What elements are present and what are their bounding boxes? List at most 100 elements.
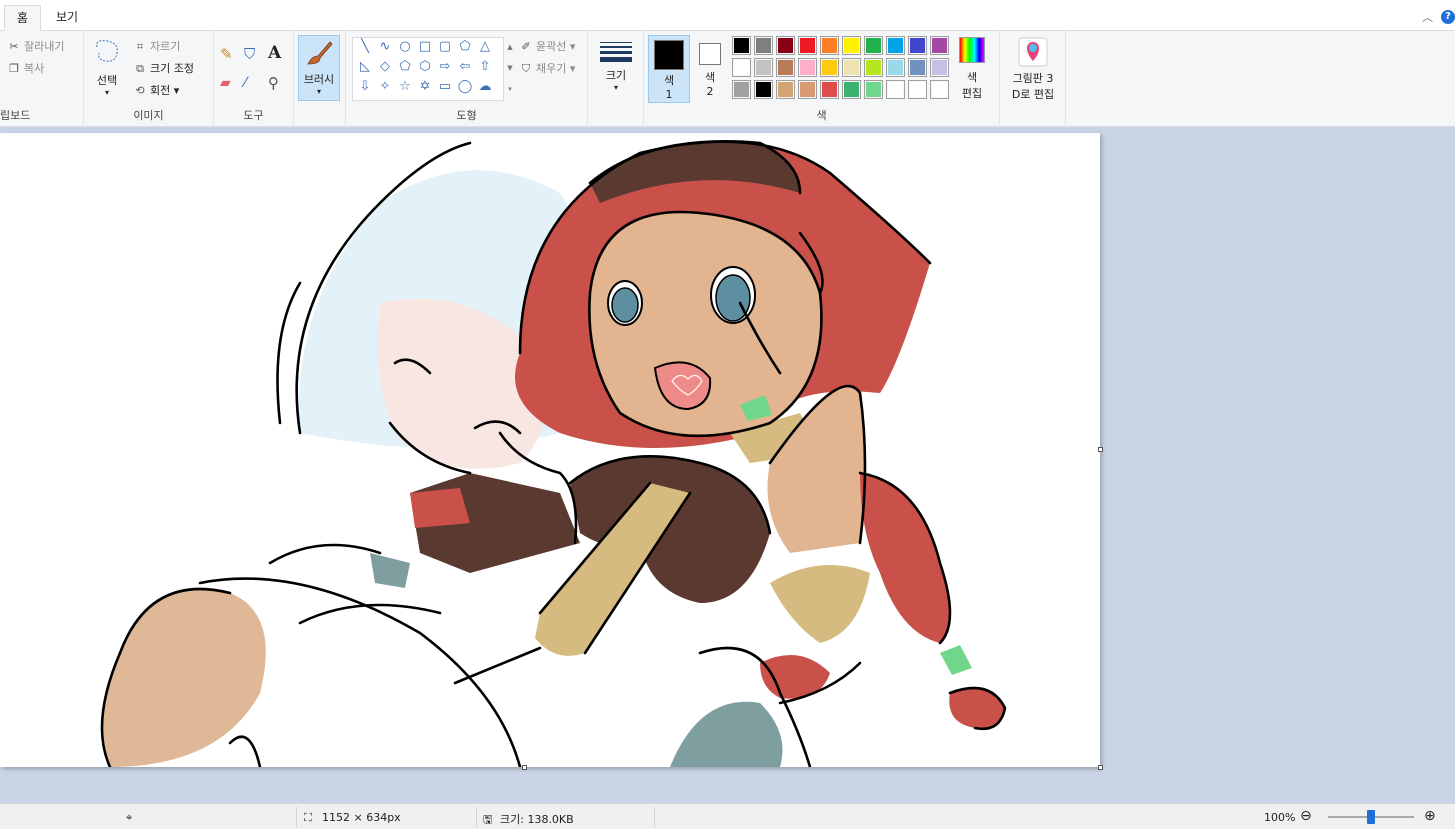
color2-button[interactable]: 색 2 [694,35,726,103]
brush-icon [307,41,333,65]
color-swatch[interactable] [732,80,751,99]
color-swatch[interactable] [820,36,839,55]
shapes-gallery-scroll[interactable]: ▲ ▼ ▾ [505,37,515,101]
canvas-workspace [0,127,1455,803]
resize-button[interactable]: ⧉ 크기 조정 [132,60,194,76]
color-swatch[interactable] [754,80,773,99]
canvas-resize-handle-right[interactable] [1098,447,1103,452]
color-swatch[interactable] [886,80,905,99]
shape-item[interactable]: ⬡ [415,59,435,79]
shape-item[interactable]: ✡ [415,79,435,99]
color-swatch[interactable] [798,36,817,55]
magnifier-icon[interactable]: ⚲ [268,74,279,92]
color-swatch[interactable] [776,36,795,55]
help-icon[interactable]: ? [1441,10,1455,24]
drawing-canvas[interactable] [0,133,1100,767]
color-swatch[interactable] [908,80,927,99]
color1-swatch [654,40,684,70]
shape-item[interactable]: ◇ [375,59,395,79]
color-swatch[interactable] [886,36,905,55]
color-swatch[interactable] [930,58,949,77]
shape-item[interactable]: ☁ [475,79,495,99]
color1-button[interactable]: 색 1 [648,35,690,103]
text-icon[interactable]: A [268,43,281,63]
zoom-level: 100% [1264,811,1296,824]
cut-button[interactable]: ✂ 잘라내기 [6,38,64,54]
pencil-icon[interactable]: ✎ [220,45,233,63]
color-swatch[interactable] [908,36,927,55]
edit-colors-button[interactable]: 색 편집 [952,37,992,101]
outline-brush-icon: ✐ [521,40,531,53]
color-picker-icon[interactable]: ⁄ [244,75,246,91]
color-swatch[interactable] [842,36,861,55]
shape-item[interactable]: ⇩ [355,79,375,99]
shape-item[interactable]: ▭ [435,79,455,99]
color-swatch[interactable] [930,36,949,55]
shape-item[interactable]: ✧ [375,79,395,99]
color-swatch[interactable] [930,80,949,99]
shape-item[interactable]: ○ [395,39,415,59]
color-swatch[interactable] [754,36,773,55]
edit-with-paint3d-button[interactable]: 그림판 3 D로 편집 [1004,37,1062,102]
status-divider [654,807,655,827]
color-swatch[interactable] [842,58,861,77]
line-size-icon [596,37,636,67]
shapes-gallery[interactable]: ╲ ∿ ○ □ ▢ ⬠ △ ◺ ◇ ⬠ ⬡ ⇨ ⇦ ⇧ ⇩ ✧ ☆ ✡ ▭ ◯ ☁ [352,37,504,101]
color-swatch[interactable] [886,58,905,77]
size-button[interactable]: 크기 ▾ [596,37,636,92]
color-swatch[interactable] [864,58,883,77]
shape-item[interactable]: ⇨ [435,59,455,79]
clipboard-group-label: 립보드 [0,109,31,122]
tab-view[interactable]: 보기 [44,5,90,31]
rainbow-icon [959,37,985,63]
shape-item[interactable]: ☆ [395,79,415,99]
paint3d-icon [1018,37,1048,67]
color-swatch[interactable] [776,58,795,77]
color-swatch[interactable] [864,36,883,55]
brush-button[interactable]: 브러시 ▾ [298,35,340,101]
shape-item[interactable]: ╲ [355,39,375,59]
shape-item[interactable]: ⬠ [455,39,475,59]
copy-button[interactable]: ❐ 복사 [6,60,44,76]
shapes-group: ╲ ∿ ○ □ ▢ ⬠ △ ◺ ◇ ⬠ ⬡ ⇨ ⇦ ⇧ ⇩ ✧ ☆ ✡ ▭ ◯ ☁ ▲ ▼ ▾ ✐ 윤곽선 ▾ ⛉ 채우기 ▾ … [346,31,588,127]
shape-item[interactable]: ◺ [355,59,375,79]
collapse-ribbon-icon[interactable]: ︿ [1422,9,1433,25]
shape-item[interactable]: ▢ [435,39,455,59]
zoom-in-button[interactable]: ⊕ [1424,808,1436,824]
color-swatch[interactable] [820,58,839,77]
crop-button[interactable]: ⌗ 자르기 [132,38,180,54]
zoom-out-button[interactable]: ⊖ [1300,808,1312,824]
canvas-resize-handle-bottom[interactable] [522,765,527,770]
shape-item[interactable]: ∿ [375,39,395,59]
shape-item[interactable]: □ [415,39,435,59]
select-lasso-icon [96,40,118,62]
color-swatch[interactable] [798,58,817,77]
outline-button[interactable]: ✐ 윤곽선 ▾ [518,38,575,54]
color-swatch[interactable] [732,36,751,55]
color-swatch[interactable] [842,80,861,99]
shape-item[interactable]: △ [475,39,495,59]
eraser-icon[interactable]: ▰ [220,75,231,91]
color2-swatch [699,43,721,65]
chevron-down-icon: ▾ [316,87,321,96]
color-swatch[interactable] [776,80,795,99]
color-swatch[interactable] [798,80,817,99]
canvas-resize-handle-corner[interactable] [1098,765,1103,770]
select-button[interactable]: 선택 ▾ [90,37,124,97]
color-swatch[interactable] [820,80,839,99]
tab-home[interactable]: 홈 [4,5,42,31]
zoom-slider-thumb[interactable] [1367,810,1375,824]
color-swatch[interactable] [754,58,773,77]
color-swatch[interactable] [732,58,751,77]
shape-item[interactable]: ⬠ [395,59,415,79]
image-dimensions: 1152 × 634px [322,811,401,824]
color-swatch[interactable] [864,80,883,99]
fill-icon[interactable]: ⛉ [244,45,255,63]
shape-item[interactable]: ⇧ [475,59,495,79]
fill-button[interactable]: ⛉ 채우기 ▾ [518,60,576,76]
rotate-button[interactable]: ⟲ 회전 ▾ [132,82,179,98]
shape-item[interactable]: ⇦ [455,59,475,79]
ribbon: ✂ 잘라내기 ❐ 복사 립보드 선택 ▾ ⌗ 자르기 ⧉ 크기 조정 ⟲ 회전 ▾ 이미지… [0,31,1455,127]
shape-item[interactable]: ◯ [455,79,475,99]
color-swatch[interactable] [908,58,927,77]
